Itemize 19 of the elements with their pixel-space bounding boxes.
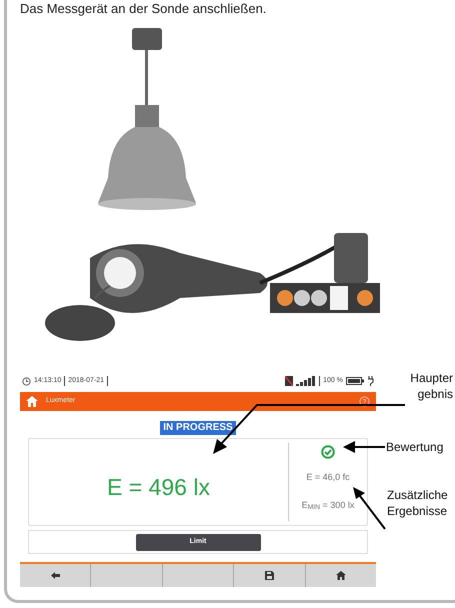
callout-label: Haupter	[410, 370, 453, 386]
home-icon[interactable]	[336, 571, 346, 580]
caption-text: Das Messgerät an der Sonde anschließen.	[20, 0, 266, 18]
callout-label: Bewertung	[386, 439, 444, 455]
plug-icon	[367, 376, 374, 386]
status-badge: IN PROGRESS	[160, 421, 236, 435]
no-signal-icon	[285, 376, 294, 386]
back-arrow-icon[interactable]	[50, 572, 60, 579]
callout-label: Ergebnisse	[387, 503, 448, 519]
battery-icon	[346, 377, 364, 385]
secondary-result: E$_{MIN}$ = 300 lx	[302, 498, 354, 512]
callout-label: Zusätzliche	[387, 487, 448, 503]
callout-label: gebnis	[418, 386, 453, 402]
clock-icon	[22, 376, 31, 386]
signal-bars-icon	[296, 376, 316, 386]
main-result: E = 496 lx	[107, 472, 210, 502]
secondary-result: E = 46,0 fc	[306, 471, 350, 484]
help-icon[interactable]	[359, 396, 370, 407]
save-icon[interactable]	[264, 571, 274, 580]
